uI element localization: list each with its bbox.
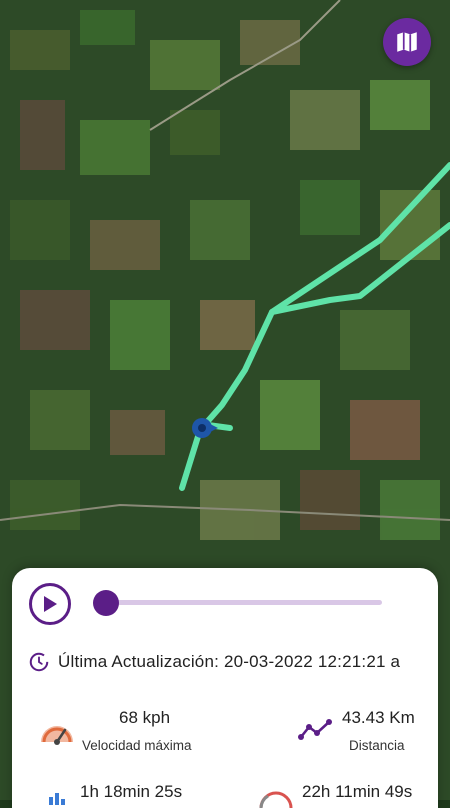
speedometer-icon: [41, 726, 73, 745]
last-update-row: Última Actualización: 20-03-2022 12:21:2…: [28, 651, 400, 673]
location-marker-icon: [192, 418, 218, 438]
max-speed-value: 68 kph: [119, 708, 171, 727]
play-icon: [44, 596, 57, 612]
distance-label: Distancia: [349, 738, 405, 753]
map-layers-button[interactable]: [383, 18, 431, 66]
distance-value: 43.43 Km: [342, 708, 415, 727]
time-stopped-value: 22h 11min 49s: [302, 782, 413, 801]
last-update-text: Última Actualización: 20-03-2022 12:21:2…: [58, 652, 401, 671]
time-moving-value: 1h 18min 25s: [80, 782, 183, 801]
trip-info-panel: Última Actualización: 20-03-2022 12:21:2…: [12, 568, 438, 808]
map-icon: [397, 32, 417, 52]
timer-icon: [259, 791, 293, 808]
play-button[interactable]: [29, 583, 71, 625]
chart-icon: [49, 793, 65, 805]
clock-refresh-icon: [29, 652, 49, 672]
route-icon: [298, 719, 332, 740]
max-speed-label: Velocidad máxima: [82, 738, 192, 753]
playback-slider-thumb[interactable]: [93, 590, 119, 616]
playback-slider-track[interactable]: [96, 600, 382, 605]
